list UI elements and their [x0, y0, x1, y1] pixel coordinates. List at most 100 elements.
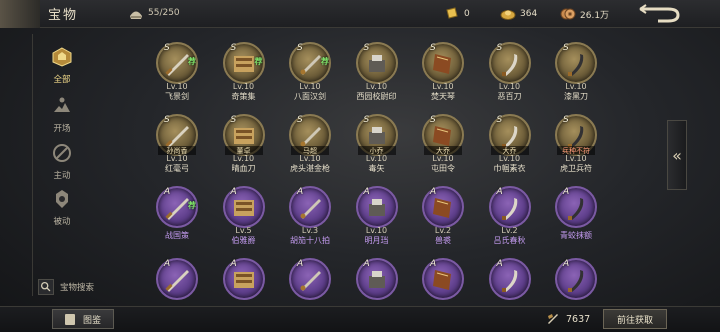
- treasure-grade: A: [363, 187, 370, 197]
- treasure-name: 胡笳十八拍: [290, 236, 330, 245]
- treasure-card[interactable]: S 兵种不符 Lv.10 虎卫兵符: [549, 114, 605, 176]
- sidebar-item-opening[interactable]: 开场: [44, 95, 80, 134]
- treasure-card[interactable]: S 大乔 Lv.10 巾帼素衣: [483, 114, 539, 176]
- treasure-art-icon: [233, 272, 254, 288]
- recommended-badge: 荐: [321, 57, 329, 66]
- go-acquire-button[interactable]: 前往获取: [603, 309, 667, 329]
- treasure-art-icon: [165, 270, 189, 292]
- treasure-card[interactable]: S Lv.10 焚天琴: [416, 42, 472, 104]
- treasure-grade: S: [563, 115, 569, 125]
- treasure-card[interactable]: S 孙尚香 Lv.10 红毫弓: [150, 114, 206, 176]
- treasure-card[interactable]: S 大乔 Lv.10 屯田令: [416, 114, 472, 176]
- sidebar-item-passive[interactable]: 被动: [44, 188, 80, 227]
- treasure-level: Lv.5: [235, 226, 252, 235]
- treasure-grade: S: [297, 43, 303, 53]
- treasure-grade: A: [230, 259, 237, 269]
- treasure-art-icon: [501, 54, 517, 76]
- treasure-card[interactable]: S 马超 Lv.10 虎头湛金枪: [283, 114, 339, 176]
- treasure-card[interactable]: A Lv.10 明月珰: [350, 186, 406, 248]
- treasure-card[interactable]: A Lv.2 兽裘: [416, 186, 472, 248]
- resource-gold-ingot: 364: [500, 6, 537, 22]
- treasure-level: Lv.2: [501, 226, 518, 235]
- treasure-level: Lv.10: [365, 226, 388, 235]
- treasure-art-icon: [165, 54, 189, 76]
- sidebar-divider: [32, 34, 33, 296]
- treasure-art-icon: [300, 199, 321, 219]
- recommended-badge: 荐: [188, 57, 196, 66]
- treasure-card[interactable]: S 荐 Lv.10 八面汉剑: [283, 42, 339, 104]
- treasure-grade: A: [230, 187, 237, 197]
- treasure-grade: S: [363, 115, 370, 125]
- treasure-level: Lv.10: [565, 154, 587, 163]
- treasure-card[interactable]: S 小乔 Lv.10 毒矢: [350, 114, 406, 176]
- treasure-card[interactable]: S 荐 Lv.10 奇策集: [217, 42, 273, 104]
- treasure-grade: A: [297, 187, 304, 197]
- treasure-name: 焚天琴: [431, 92, 455, 101]
- treasure-grade: S: [230, 43, 237, 53]
- treasure-card[interactable]: A Lv.2 吕氏春秋: [483, 186, 539, 248]
- treasure-name: 八面汉剑: [294, 92, 326, 101]
- treasure-art-icon: [433, 270, 451, 290]
- treasure-card[interactable]: A Lv.5 伯雅爵: [217, 186, 273, 248]
- treasure-card[interactable]: S Lv.10 漆黑刀: [549, 42, 605, 104]
- treasure-name: 吕氏春秋: [493, 236, 526, 245]
- treasure-card[interactable]: S 董卓 Lv.10 晴血刀: [217, 114, 273, 176]
- top-bar: 宝物 55/250 0 364 26.1万: [0, 0, 720, 28]
- treasure-art-icon: [501, 270, 517, 292]
- treasure-level: Lv.2: [434, 226, 452, 235]
- recommended-badge: 荐: [188, 201, 196, 210]
- treasure-card[interactable]: A 荐战国策: [150, 186, 206, 248]
- sidebar-item-label: 主动: [53, 171, 71, 181]
- treasure-card[interactable]: A 青蛟抹额: [549, 186, 605, 248]
- treasure-card[interactable]: S Lv.10 西园校尉印: [350, 42, 406, 104]
- treasure-name: 青蛟抹额: [560, 231, 592, 240]
- go-acquire-label: 前往获取: [616, 315, 653, 326]
- codex-button[interactable]: 图鉴: [52, 309, 114, 329]
- treasure-art-icon: [568, 54, 584, 76]
- opening-icon: [54, 97, 70, 112]
- back-button[interactable]: [0, 0, 40, 28]
- treasure-art-icon: [568, 270, 584, 292]
- token-count: 7637: [566, 313, 591, 325]
- treasure-name: 奇策集: [231, 92, 256, 101]
- treasure-name: 伯雅爵: [231, 236, 256, 245]
- treasure-grade: A: [496, 259, 503, 269]
- treasure-name: 红毫弓: [165, 164, 189, 173]
- treasure-grade: A: [563, 259, 570, 269]
- category-sidebar: 全部 开场 主动 被动: [34, 38, 90, 308]
- treasure-level: Lv.10: [365, 82, 388, 91]
- treasure-level: Lv.10: [166, 82, 188, 91]
- treasure-level: Lv.10: [365, 154, 388, 163]
- treasure-name: 兽裘: [435, 236, 451, 245]
- treasure-search-button[interactable]: 宝物搜索: [38, 279, 102, 295]
- treasure-art-icon: [568, 198, 584, 220]
- active-skill-icon: [53, 144, 71, 162]
- helmet-icon: [130, 11, 142, 19]
- sidebar-item-active[interactable]: 主动: [44, 142, 80, 181]
- gold-ingot-amount: 364: [520, 9, 538, 19]
- treasure-name: 屯田令: [431, 164, 455, 173]
- treasure-grade: A: [496, 187, 503, 197]
- page-title: 宝物: [48, 8, 79, 23]
- treasure-grade: S: [430, 43, 436, 53]
- copper-coin-icon: [560, 8, 576, 20]
- sidebar-item-label: 被动: [53, 217, 71, 227]
- collapse-panel-tab[interactable]: «: [667, 120, 687, 190]
- treasure-art-icon: [300, 271, 321, 291]
- treasure-name: 明月珰: [364, 236, 389, 245]
- treasure-name: 巾帼素衣: [493, 164, 526, 173]
- treasure-level: Lv.10: [299, 82, 321, 91]
- treasure-art-icon: [433, 54, 451, 74]
- treasure-card[interactable]: S Lv.10 恶百刀: [483, 42, 539, 104]
- treasure-name: 飞景剑: [165, 92, 189, 101]
- treasure-card[interactable]: S 荐 Lv.10 飞景剑: [150, 42, 206, 104]
- treasure-grade: S: [164, 115, 170, 125]
- treasure-name: 西园校尉印: [356, 92, 397, 101]
- treasure-name: 毒矢: [368, 164, 385, 173]
- gold-bar-icon: [446, 7, 458, 19]
- treasure-card[interactable]: A Lv.3 胡笳十八拍: [283, 186, 339, 248]
- return-arrow-icon[interactable]: [636, 3, 682, 25]
- sidebar-item-all[interactable]: 全部: [44, 46, 80, 85]
- treasure-grade: A: [164, 187, 171, 197]
- treasure-art-icon: [501, 198, 517, 220]
